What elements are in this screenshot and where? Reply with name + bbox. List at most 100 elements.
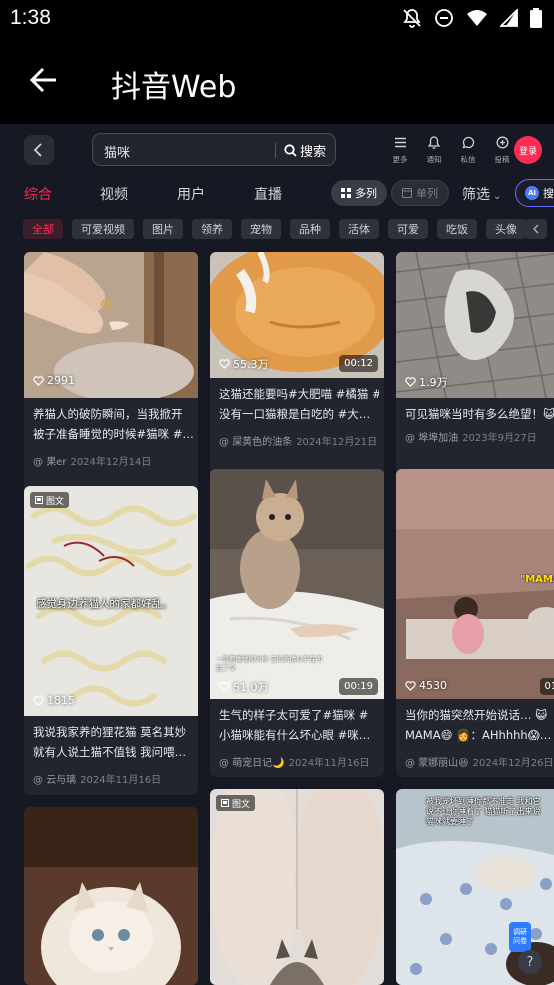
post-date: 2023年9月27日 [462,433,537,444]
signal-icon [500,9,518,27]
bell-off-icon [403,9,421,28]
post-date: 2024年12月14日 [70,457,152,468]
help-button[interactable]: ? [518,950,542,974]
video-card[interactable]: 图文 [210,789,384,985]
back-arrow-icon[interactable] [28,64,60,96]
description-line: 被子准备睡觉的时候#猫咪 #… [33,427,193,441]
web-back-button[interactable] [24,135,54,165]
author-name[interactable]: 蒙娜丽山😆 [418,758,468,769]
video-description: 当你的猫突然开始说话… 😺 MAMA😄 👩：AHhhhh😱… [405,705,554,745]
more-label: 更多 [392,155,408,164]
plus-circle-icon [496,136,508,149]
chip-cute-video[interactable]: 可爱视频 [72,219,134,239]
ai-search-button[interactable]: AI 搜 [515,179,554,207]
chip-cute[interactable]: 可爱 [388,219,428,239]
heart-icon [219,682,230,692]
tab-video[interactable]: 视频 [100,184,128,204]
single-column-button[interactable]: 单列 [391,180,449,206]
author-name[interactable]: 果er [46,457,66,468]
image-post-badge: 图文 [216,795,256,811]
like-count-value: 1.9万 [419,376,448,389]
video-thumbnail: 2991 [24,252,198,398]
grid-icon [341,188,351,198]
post-date: 2024年12月21日 [296,437,378,448]
card-meta: 当你的猫突然开始说话… 😺 MAMA😄 👩：AHhhhh😱… @ 蒙娜丽山😆 20… [396,699,554,777]
video-card[interactable] [24,807,198,985]
app-title: 抖音Web [111,70,237,105]
search-query: 猫咪 [104,146,131,161]
ai-badge-icon: AI [525,186,539,200]
video-description: 可见猫咪当时有多么绝望！😺 [405,404,554,424]
heart-icon [33,375,44,386]
description-line: 我说我家养的狸花猫 莫名其妙 [33,725,187,739]
author-name[interactable]: 萌宠日记🌙 [232,758,284,769]
video-duration: 00:19 [339,678,378,695]
chip-eating[interactable]: 吃饭 [437,219,477,239]
status-icons [402,8,542,28]
thumbnail-caption: 被我宠坏到睡你都不准走 我和它说不让你睡着了 猫猫听了出来说猫咪就要睡了 [426,797,541,826]
video-duration: 00:12 [339,355,378,372]
search-button[interactable]: 搜索 [284,140,326,160]
author-name[interactable]: 屎黄色的油条 [232,437,292,448]
chip-adopt[interactable]: 领养 [192,219,232,239]
author-info: @ 蒙娜丽山😆 2024年12月26日 [405,758,554,769]
like-count: 51.0万 [219,679,269,695]
do-not-disturb-icon [435,9,453,27]
badge-label: 图文 [232,799,251,810]
message-button[interactable]: 私信 [452,134,484,165]
search-icon [284,143,297,157]
chevron-down-icon: ⌄ [493,191,502,202]
more-button[interactable]: 更多 [384,134,416,165]
chip-all[interactable]: 全部 [23,219,63,239]
tab-live[interactable]: 直播 [254,184,282,204]
chip-live-animal[interactable]: 活体 [339,219,379,239]
chevron-left-icon [532,224,539,234]
video-description: 养猫人的破防瞬间，当我掀开 被子准备睡觉的时候#猫咪 #… [33,404,193,444]
notify-label: 通知 [426,155,442,164]
search-input[interactable]: 猫咪 搜索 [92,133,336,166]
video-card[interactable]: 图文 感觉身边养猫人的家都好乱。 1815 我说我家养的狸花猫 莫名其妙 就有人… [24,486,198,795]
description-line: 生气的样子太可爱了#猫咪 # [219,708,369,722]
heart-icon [405,680,416,691]
like-count-value: 2991 [47,374,75,387]
notify-button[interactable]: 通知 [418,134,450,165]
video-thumbnail: "MAMA 4530 01:0 [396,469,554,699]
login-button[interactable]: 登录 [514,136,542,164]
card-meta: 我说我家养的狸花猫 莫名其妙 就有人说土猫不值钱 我问喂… @ 云与璃 2024年… [24,716,198,795]
author-info: @ 云与璃 2024年11月16日 [33,775,162,786]
tab-comprehensive[interactable]: 综合 [24,184,52,204]
tab-user[interactable]: 用户 [177,184,205,204]
chip-picture[interactable]: 图片 [143,219,183,239]
chips-scroll-button[interactable] [525,219,547,239]
survey-button[interactable]: 调研 问卷 [509,922,531,952]
header-icons: 更多 通知 私信 投稿 [384,134,520,165]
chip-pet[interactable]: 宠物 [241,219,281,239]
like-count: 2991 [33,374,75,387]
chip-avatar[interactable]: 头像 [486,219,526,239]
heart-icon [219,359,230,369]
multi-column-button[interactable]: 多列 [331,180,387,206]
filter-button[interactable]: 筛选 ⌄ [462,184,501,204]
post-date: 2024年11月16日 [80,775,162,786]
description-line: 当你的猫突然开始说话… 😺 [405,708,548,722]
video-card[interactable]: 一直要睡觉的时候 它的表情似乎在问我了😮 51.0万 00:19 生气的样子太可… [210,469,384,777]
author-info: @ 埠埠加油 2023年9月27日 [405,433,537,444]
heart-icon [405,377,416,387]
menu-icon [394,137,406,148]
single-column-icon [402,188,412,198]
status-bar: 1:38 [0,0,554,38]
search-button-label: 搜索 [300,144,327,160]
heart-icon [33,695,44,706]
video-thumbnail: 1.9万 [396,252,554,398]
author-name[interactable]: 云与璃 [46,775,76,786]
thumbnail-caption: "MAMA [520,574,554,585]
video-description: 这猫还能要吗#大肥喵 #橘猫 # 没有一口猫粮是白吃的 #大… [219,384,379,424]
post-label: 投稿 [494,155,510,164]
author-name[interactable]: 埠埠加油 [418,433,458,444]
author-info: @ 果er 2024年12月14日 [33,457,152,468]
chip-breed[interactable]: 品种 [290,219,330,239]
video-thumbnail: 图文 感觉身边养猫人的家都好乱。 1815 [24,486,198,716]
video-card[interactable]: "MAMA 4530 01:0 当你的猫突然开始说话… 😺 MAMA😄 👩：AH… [396,469,554,777]
video-thumbnail: 55.3万 00:12 [210,252,384,378]
message-label: 私信 [460,155,476,164]
